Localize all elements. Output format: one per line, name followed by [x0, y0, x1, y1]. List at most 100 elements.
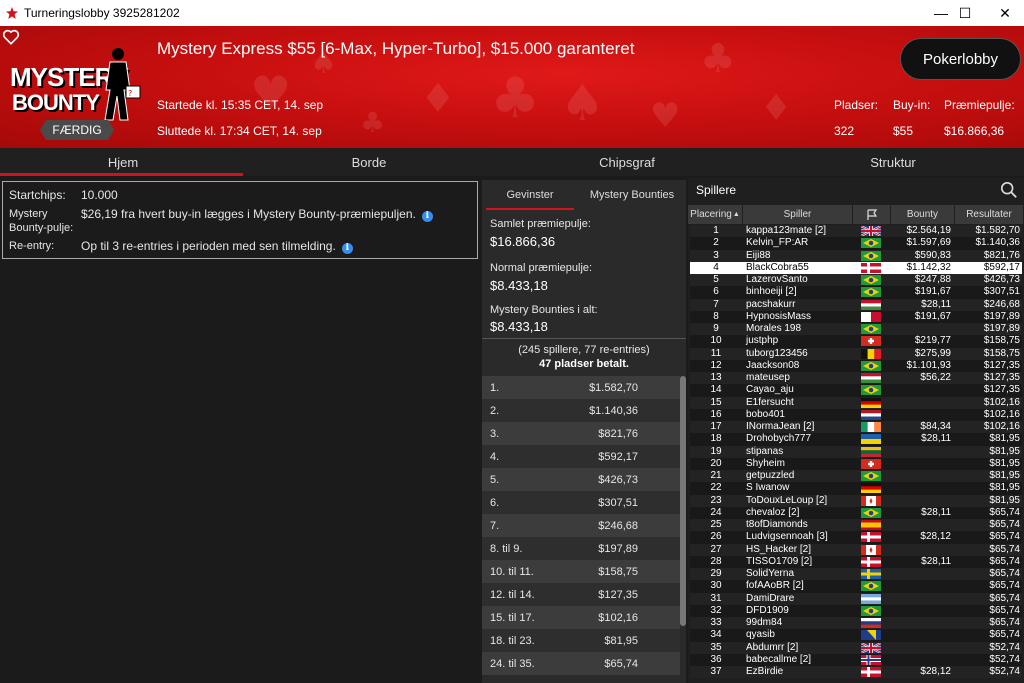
- player-row[interactable]: 7 pacshakurr $28,11 $246,68: [690, 298, 1022, 311]
- col-place[interactable]: Placering ▲: [688, 205, 743, 224]
- tab-home[interactable]: Hjem: [0, 148, 246, 176]
- prizepool-label: Præmiepulje:: [944, 98, 1015, 112]
- player-row[interactable]: 23 ToDouxLeLoup [2] $81,95: [690, 494, 1022, 507]
- prize-place: 24. til 35.: [490, 657, 535, 670]
- player-name: babecallme [2]: [746, 653, 812, 665]
- player-bounty: $2.564,19: [906, 225, 952, 237]
- prize-place: 5.: [490, 473, 500, 486]
- player-row[interactable]: 21 getpuzzled $81,95: [690, 470, 1022, 483]
- player-row[interactable]: 8 HypnosisMass $191,67 $197,89: [690, 310, 1022, 323]
- player-place: 26: [710, 531, 722, 543]
- search-icon[interactable]: [1000, 181, 1018, 199]
- player-name: Cayao_aju: [746, 384, 794, 396]
- player-row[interactable]: 5 LazerovSanto $247,88 $426,73: [690, 274, 1022, 287]
- tab-winnings[interactable]: Gevinster: [482, 180, 578, 210]
- player-row[interactable]: 11 tuborg123456 $275,99 $158,75: [690, 347, 1022, 360]
- br-flag-icon: [861, 324, 881, 335]
- player-bounty: $1.101,93: [906, 359, 952, 371]
- player-row[interactable]: 28 TISSO1709 [2] $28,11 $65,74: [690, 555, 1022, 568]
- player-place: 34: [710, 629, 722, 641]
- player-row[interactable]: 36 babecallme [2] $52,74: [690, 653, 1022, 666]
- close-button[interactable]: ✕: [982, 0, 1024, 26]
- tab-tables[interactable]: Borde: [246, 148, 492, 176]
- player-country: [852, 226, 890, 237]
- player-row[interactable]: 24 chevaloz [2] $28,11 $65,74: [690, 506, 1022, 519]
- player-row[interactable]: 22 S Iwanow $81,95: [690, 482, 1022, 495]
- player-row[interactable]: 27 HS_Hacker [2] $65,74: [690, 543, 1022, 556]
- player-row[interactable]: 10 justphp $219,77 $158,75: [690, 335, 1022, 348]
- player-row[interactable]: 9 Morales 198 $197,89: [690, 323, 1022, 336]
- no-flag-icon: [861, 654, 881, 665]
- player-row[interactable]: 31 DamiDrare $65,74: [690, 592, 1022, 605]
- player-row[interactable]: 35 Abdumrr [2] $52,74: [690, 641, 1022, 654]
- player-name: E1fersucht: [746, 396, 794, 408]
- buyin-label: Buy-in:: [893, 98, 931, 112]
- player-row[interactable]: 3 Eiji88 $590,83 $821,76: [690, 249, 1022, 262]
- player-row[interactable]: 1 kappa123mate [2] $2.564,19 $1.582,70: [690, 225, 1022, 238]
- prize-scrollbar[interactable]: [680, 376, 686, 626]
- player-row[interactable]: 2 Kelvin_FP:AR $1.597,69 $1.140,36: [690, 237, 1022, 250]
- player-row[interactable]: 16 bobo401 $102,16: [690, 408, 1022, 421]
- player-row[interactable]: 37 EzBirdie $28,12 $52,74: [690, 666, 1022, 679]
- player-country: [852, 507, 890, 518]
- tab-structure[interactable]: Struktur: [762, 148, 1024, 176]
- heart-suit-decoration: ♥: [650, 96, 681, 136]
- player-row[interactable]: 34 qyasib $65,74: [690, 629, 1022, 642]
- poker-lobby-button[interactable]: Pokerlobby: [900, 38, 1021, 80]
- player-country: [852, 324, 890, 335]
- br-flag-icon: [861, 385, 881, 396]
- col-result[interactable]: Resultater: [955, 205, 1024, 224]
- player-name: pacshakurr: [746, 298, 796, 310]
- player-row[interactable]: 25 t8ofDiamonds $65,74: [690, 519, 1022, 532]
- prize-row: 1. $1.582,70: [482, 376, 680, 399]
- players-heading: Spillere: [696, 183, 737, 197]
- col-flag[interactable]: [853, 205, 891, 224]
- info-icon[interactable]: i: [341, 243, 353, 254]
- prize-row: 24. til 35. $65,74: [482, 652, 680, 675]
- prize-amount: $127,35: [598, 588, 638, 601]
- col-bounty[interactable]: Bounty: [891, 205, 955, 224]
- player-row[interactable]: 30 fofAAoBR [2] $65,74: [690, 580, 1022, 593]
- player-row[interactable]: 4 BlackCobra55 $1.142,32 $592,17: [690, 261, 1022, 274]
- player-country: [852, 385, 890, 396]
- player-row[interactable]: 14 Cayao_aju $127,35: [690, 384, 1022, 397]
- player-row[interactable]: 13 mateusep $56,22 $127,35: [690, 372, 1022, 385]
- info-icon[interactable]: i: [421, 211, 433, 222]
- player-place: 31: [710, 592, 722, 604]
- player-country: [852, 642, 890, 653]
- player-row[interactable]: 19 stipanas $81,95: [690, 445, 1022, 458]
- player-row[interactable]: 6 binhoeiji [2] $191,67 $307,51: [690, 286, 1022, 299]
- player-row[interactable]: 29 SolidYerna $65,74: [690, 568, 1022, 581]
- player-result: $52,74: [989, 653, 1020, 665]
- player-country: [852, 262, 890, 273]
- player-row[interactable]: 15 E1fersucht $102,16: [690, 396, 1022, 409]
- player-country: [852, 446, 890, 457]
- col-player[interactable]: Spiller: [743, 205, 853, 224]
- player-place: 10: [710, 335, 722, 347]
- player-row[interactable]: 20 Shyheim $81,95: [690, 457, 1022, 470]
- player-row[interactable]: 17 INormaJean [2] $84,34 $102,16: [690, 421, 1022, 434]
- player-row[interactable]: 18 Drohobych777 $28,11 $81,95: [690, 433, 1022, 446]
- reentry-info: Op til 3 re-entries i perioden med sen t…: [81, 239, 353, 254]
- player-name: Morales 198: [746, 323, 802, 335]
- player-country: [852, 373, 890, 384]
- player-place: 35: [710, 641, 722, 653]
- tab-chipgraph[interactable]: Chipsgraf: [492, 148, 762, 176]
- tab-mystery-bounties[interactable]: Mystery Bounties: [578, 180, 686, 210]
- player-country: [852, 495, 890, 506]
- player-row[interactable]: 33 99dm84 $65,74: [690, 617, 1022, 630]
- heart-icon[interactable]: [2, 28, 20, 46]
- player-result: $81,95: [989, 470, 1020, 482]
- player-place: 22: [710, 482, 722, 494]
- player-row[interactable]: 26 Ludvigsennoah [3] $28,12 $65,74: [690, 531, 1022, 544]
- bounties-total-value: $8.433,18: [490, 319, 548, 334]
- prize-place: 8. til 9.: [490, 542, 523, 555]
- player-row[interactable]: 12 Jaackson08 $1.101,93 $127,35: [690, 359, 1022, 372]
- player-result: $158,75: [983, 335, 1020, 347]
- player-name: tuborg123456: [746, 347, 808, 359]
- player-country: [852, 471, 890, 482]
- player-country: [852, 360, 890, 371]
- player-name: binhoeiji [2]: [746, 286, 797, 298]
- player-country: [852, 238, 890, 249]
- player-row[interactable]: 32 DFD1909 $65,74: [690, 604, 1022, 617]
